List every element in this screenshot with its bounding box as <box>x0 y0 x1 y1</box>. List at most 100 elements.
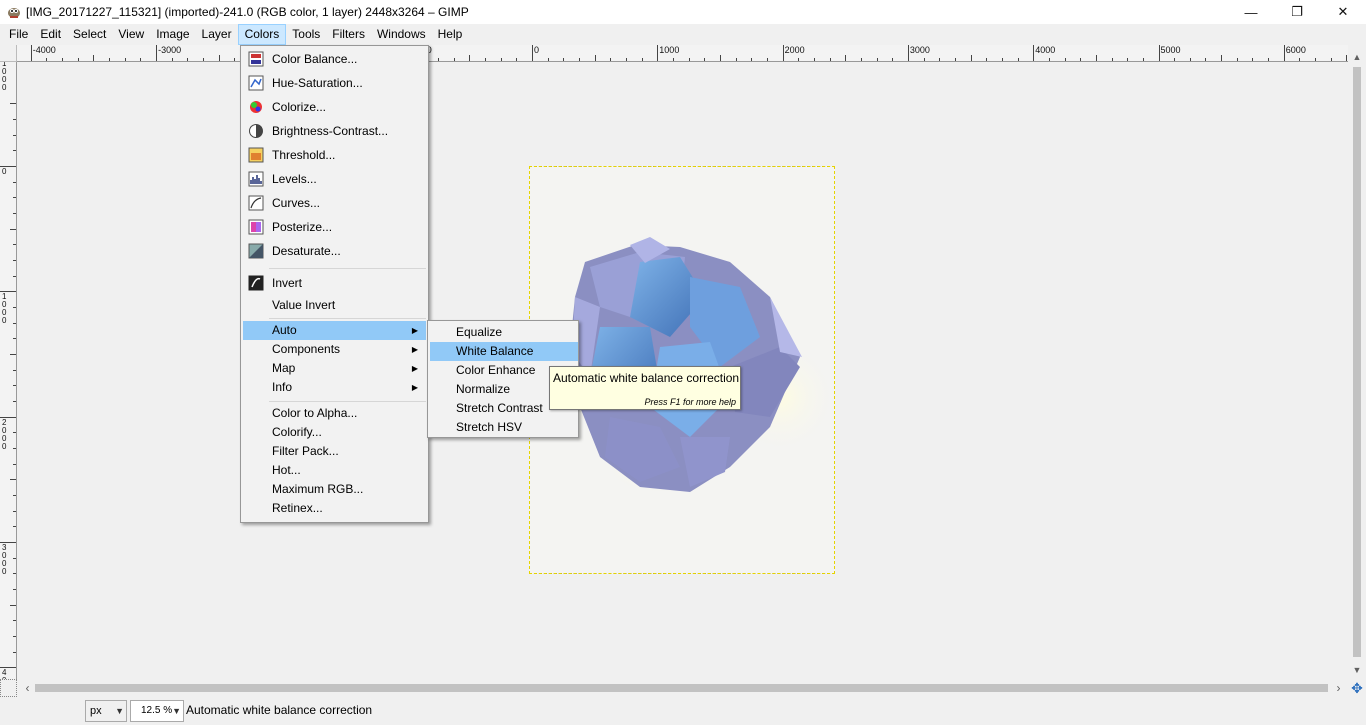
menu-view[interactable]: View <box>112 24 150 45</box>
ruler-minor-tick <box>907 55 909 61</box>
colors-menu-hue-saturation[interactable]: Hue-Saturation... <box>243 72 426 94</box>
colors-menu-hot[interactable]: Hot... <box>243 461 426 480</box>
ruler-minor-tick <box>13 651 16 653</box>
navigate-icon[interactable]: ✥ <box>1348 679 1366 697</box>
colors-menu-levels-label: Levels... <box>272 172 317 186</box>
scroll-up-arrow-icon[interactable]: ▲ <box>1348 49 1366 66</box>
colors-menu-info[interactable]: Info ▶ <box>243 378 426 397</box>
ruler-minor-tick <box>13 150 16 152</box>
colors-menu-map[interactable]: Map ▶ <box>243 359 426 378</box>
colors-menu-filter-pack[interactable]: Filter Pack... <box>243 442 426 461</box>
colors-menu-colorize[interactable]: Colorize... <box>243 96 426 118</box>
restore-button[interactable]: ❐ <box>1274 0 1320 24</box>
close-button[interactable]: ✕ <box>1320 0 1366 24</box>
colors-menu-hue-saturation-label: Hue-Saturation... <box>272 76 363 90</box>
ruler-minor-tick <box>1268 58 1270 61</box>
ruler-minor-tick <box>438 58 440 61</box>
minimize-button[interactable]: — <box>1228 0 1274 24</box>
ruler-minor-tick <box>13 447 16 449</box>
colors-menu-colorify[interactable]: Colorify... <box>243 423 426 442</box>
auto-menu-white-balance[interactable]: White Balance <box>430 342 578 361</box>
menu-image[interactable]: Image <box>150 24 195 45</box>
colors-menu-color-to-alpha[interactable]: Color to Alpha... <box>243 404 426 423</box>
ruler-minor-tick <box>234 58 236 61</box>
ruler-minor-tick <box>500 58 502 61</box>
ruler-label: 3000 <box>2 542 7 576</box>
ruler-minor-tick <box>1158 55 1160 61</box>
horizontal-scrollbar[interactable]: ‹ › <box>17 679 1348 697</box>
submenu-arrow-icon: ▶ <box>411 364 418 373</box>
ruler-minor-tick <box>1299 58 1301 61</box>
ruler-label: 4000 <box>2 668 7 679</box>
ruler-minor-tick <box>77 58 79 61</box>
scroll-left-arrow-icon[interactable]: ‹ <box>19 679 36 697</box>
status-message: Automatic white balance correction <box>186 703 373 717</box>
ruler-minor-tick <box>892 58 894 61</box>
colorize-icon <box>248 99 264 115</box>
vertical-ruler[interactable]: 0 1000 2000 3000 4000 1000 <box>0 62 17 679</box>
colors-menu-brightness-contrast[interactable]: Brightness-Contrast... <box>243 120 426 142</box>
colors-menu-posterize[interactable]: Posterize... <box>243 216 426 238</box>
ruler-minor-tick <box>13 181 16 183</box>
status-bar: px ▼ 12.5 % ▼ Automatic white balance co… <box>0 697 1366 725</box>
ruler-label: 4000 <box>1035 45 1056 55</box>
colors-menu-value-invert[interactable]: Value Invert <box>243 294 426 316</box>
unit-selector[interactable]: px ▼ <box>85 700 127 722</box>
colors-menu-levels[interactable]: Levels... <box>243 168 426 190</box>
scroll-down-arrow-icon[interactable]: ▼ <box>1348 662 1366 679</box>
unit-value: px <box>90 705 102 717</box>
menu-file[interactable]: File <box>3 24 34 45</box>
ruler-minor-tick <box>829 58 831 61</box>
ruler-minor-tick <box>10 541 16 543</box>
ruler-minor-tick <box>171 58 173 61</box>
chevron-down-icon: ▼ <box>172 706 181 716</box>
ruler-minor-tick <box>13 306 16 308</box>
quick-mask-toggle[interactable] <box>0 679 17 697</box>
auto-menu-stretch-hsv[interactable]: Stretch HSV <box>430 418 578 437</box>
vertical-scrollbar[interactable]: ▲ ▼ <box>1348 45 1366 679</box>
ruler-minor-tick <box>860 58 862 61</box>
ruler-minor-tick <box>1315 58 1317 61</box>
horizontal-ruler[interactable]: -4000-3000-2000-100001000200030004000500… <box>17 45 1348 62</box>
ruler-label: 0 <box>2 167 7 176</box>
vertical-scroll-thumb[interactable] <box>1353 67 1361 657</box>
submenu-arrow-icon: ▶ <box>411 345 418 354</box>
colors-menu-auto[interactable]: Auto ▶ <box>243 321 426 340</box>
colors-menu-color-balance[interactable]: Color Balance... <box>243 48 426 70</box>
ruler-minor-tick <box>1064 58 1066 61</box>
zoom-selector[interactable]: 12.5 % ▼ <box>130 700 184 722</box>
colors-menu-color-to-alpha-label: Color to Alpha... <box>272 406 358 420</box>
ruler-label: 2000 <box>2 417 7 451</box>
menu-help[interactable]: Help <box>432 24 469 45</box>
ruler-corner-button[interactable] <box>0 45 17 62</box>
colors-menu-curves[interactable]: Curves... <box>243 192 426 214</box>
menu-windows[interactable]: Windows <box>371 24 432 45</box>
colors-menu-value-invert-label: Value Invert <box>272 298 336 312</box>
menu-colors[interactable]: Colors <box>237 24 287 45</box>
ruler-minor-tick <box>688 58 690 61</box>
colors-menu-desaturate[interactable]: Desaturate... <box>243 240 426 262</box>
menu-filters[interactable]: Filters <box>326 24 371 45</box>
colors-menu-maximum-rgb[interactable]: Maximum RGB... <box>243 480 426 499</box>
colors-menu-threshold[interactable]: Threshold... <box>243 144 426 166</box>
window-controls: — ❐ ✕ <box>1228 0 1366 24</box>
colors-menu-retinex[interactable]: Retinex... <box>243 499 426 518</box>
menu-layer[interactable]: Layer <box>196 24 238 45</box>
ruler-minor-tick <box>672 58 674 61</box>
ruler-minor-tick <box>13 494 16 496</box>
ruler-minor-tick <box>876 58 878 61</box>
ruler-label: 0 <box>534 45 540 55</box>
menu-select[interactable]: Select <box>67 24 112 45</box>
colors-menu-components[interactable]: Components ▶ <box>243 340 426 359</box>
menu-separator <box>269 401 426 402</box>
menu-tools[interactable]: Tools <box>286 24 326 45</box>
colors-menu-invert[interactable]: Invert <box>243 272 426 294</box>
ruler-minor-tick <box>1142 58 1144 61</box>
horizontal-scroll-thumb[interactable] <box>35 684 1328 692</box>
ruler-minor-tick <box>610 58 612 61</box>
auto-menu-equalize[interactable]: Equalize <box>430 323 578 342</box>
ruler-minor-tick <box>594 55 596 61</box>
scroll-right-arrow-icon[interactable]: › <box>1330 679 1347 697</box>
ruler-label: 1000 <box>659 45 680 55</box>
menu-edit[interactable]: Edit <box>34 24 67 45</box>
